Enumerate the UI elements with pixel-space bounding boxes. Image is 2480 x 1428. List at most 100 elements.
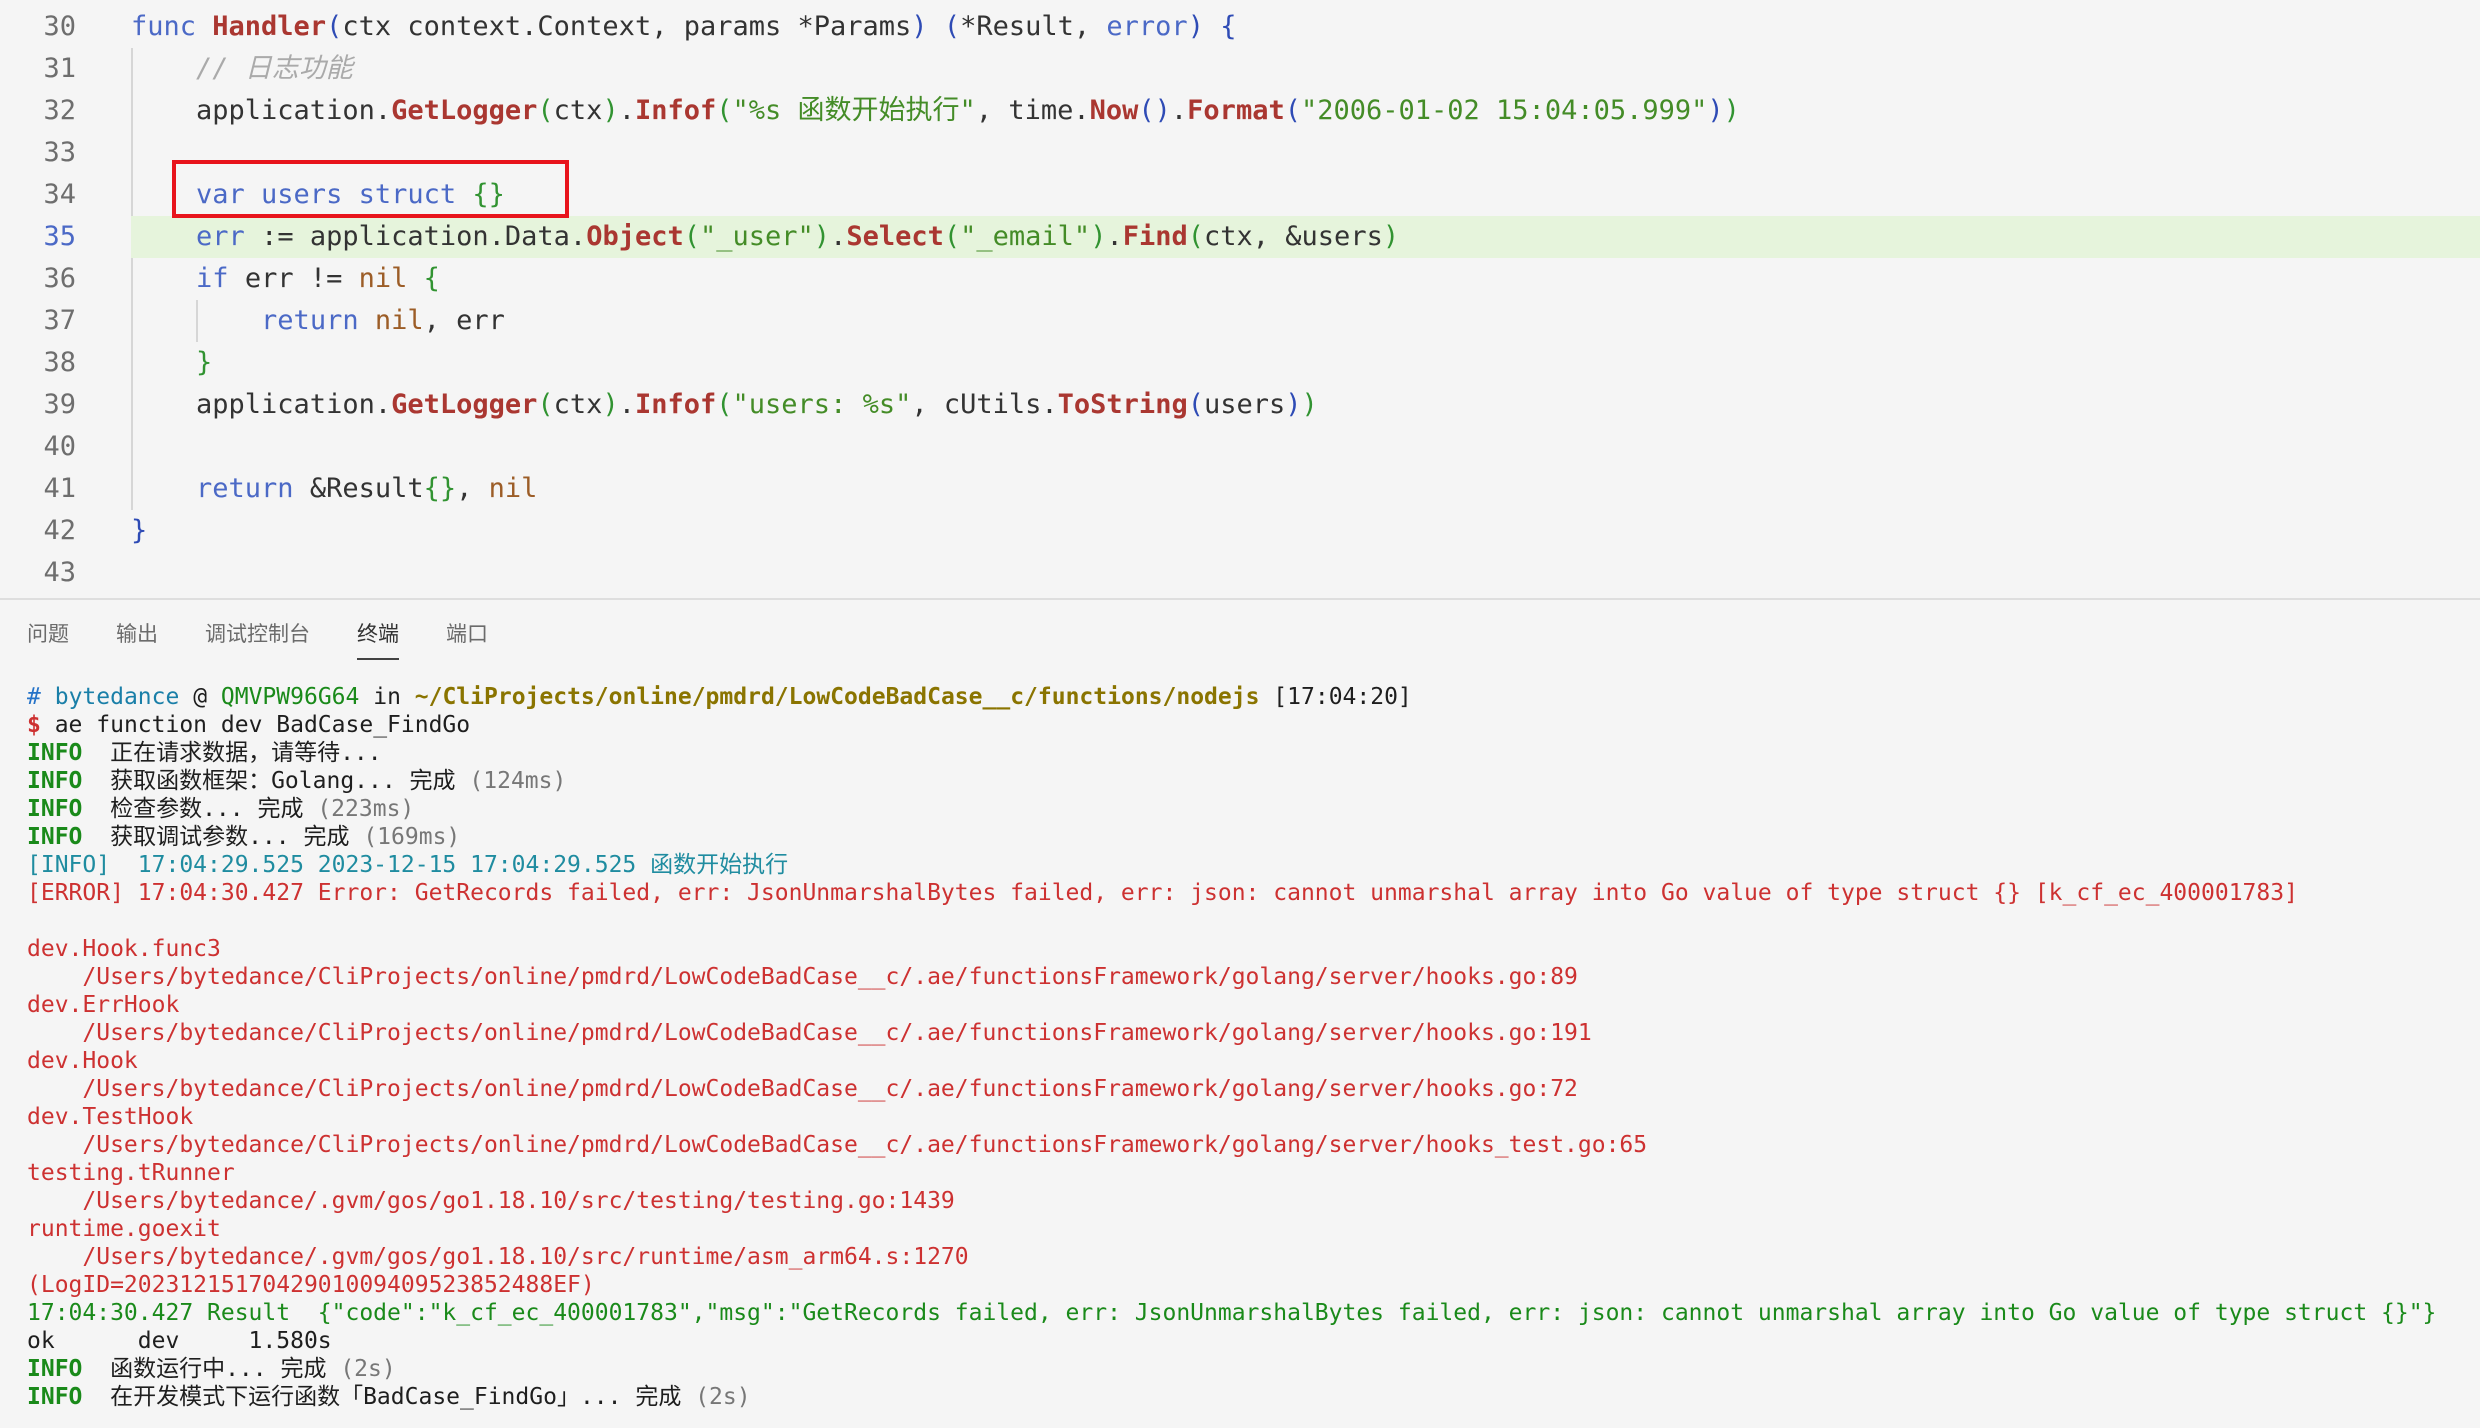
code-line[interactable]: 37 return nil, err [0, 300, 2480, 342]
terminal-segment: [INFO] 17:04:29.525 2023-12-15 17:04:29.… [27, 852, 789, 878]
code-token: , time. [975, 95, 1090, 126]
terminal-segment: 获取函数框架：Golang... 完成 [82, 768, 470, 794]
terminal-line: /Users/bytedance/.gvm/gos/go1.18.10/src/… [27, 1243, 2480, 1271]
terminal-segment: testing.tRunner [27, 1160, 235, 1186]
code-token: ( [1284, 95, 1301, 126]
code-line[interactable]: 39 application.GetLogger(ctx).Infof("use… [0, 384, 2480, 426]
terminal-segment: /Users/bytedance/CliProjects/online/pmdr… [27, 1020, 1592, 1046]
code-token: "_user" [700, 221, 814, 252]
panel-tab[interactable]: 问题 [27, 614, 69, 660]
line-number: 40 [43, 431, 76, 462]
terminal-segment: runtime.goexit [27, 1216, 221, 1242]
terminal-line: dev.TestHook [27, 1103, 2480, 1131]
terminal-line: (LogID=2023121517042901009409523852488EF… [27, 1271, 2480, 1299]
terminal-line: 17:04:30.427 Result {"code":"k_cf_ec_400… [27, 1299, 2480, 1327]
line-number: 37 [43, 305, 76, 336]
code-line[interactable]: 31 // 日志功能 [0, 48, 2480, 90]
code-editor[interactable]: 30 func Handler(ctx context.Context, para… [0, 0, 2480, 598]
terminal-line: dev.ErrHook [27, 991, 2480, 1019]
code-text: application.GetLogger(ctx).Infof("users:… [131, 384, 2480, 426]
code-text: err := application.Data.Object("_user").… [131, 216, 2480, 258]
terminal-segment: # [27, 684, 41, 710]
code-token: Now [1089, 95, 1139, 126]
terminal-segment: /Users/bytedance/CliProjects/online/pmdr… [27, 964, 1578, 990]
code-token: , cUtils. [911, 389, 1058, 420]
code-token: Select [846, 221, 944, 252]
code-token: } [196, 347, 213, 378]
code-line[interactable]: 36 if err != nil { [0, 258, 2480, 300]
code-token: users [1203, 389, 1286, 420]
code-line[interactable]: 30 func Handler(ctx context.Context, para… [0, 6, 2480, 48]
code-token: ( [683, 221, 700, 252]
code-line[interactable]: 43 [0, 552, 2480, 594]
line-number: 34 [43, 179, 76, 210]
code-text: // 日志功能 [131, 48, 2480, 90]
terminal-segment: /Users/bytedance/.gvm/gos/go1.18.10/src/… [27, 1244, 969, 1270]
terminal-segment: INFO [27, 796, 83, 822]
terminal-line: testing.tRunner [27, 1159, 2480, 1187]
code-token: ) [602, 95, 619, 126]
code-token: Find [1122, 221, 1188, 252]
code-text: if err != nil { [131, 258, 2480, 300]
code-token: func [131, 11, 213, 42]
panel-tab[interactable]: 输出 [116, 614, 158, 660]
terminal-line: ok dev 1.580s [27, 1327, 2480, 1355]
panel-tab[interactable]: 终端 [357, 614, 399, 660]
code-token: ctx [553, 95, 603, 126]
code-line[interactable]: 41 return &Result{}, nil [0, 468, 2480, 510]
code-token: , [456, 473, 489, 504]
code-token: "users: %s" [732, 389, 912, 420]
code-line[interactable]: 32 application.GetLogger(ctx).Infof("%s … [0, 90, 2480, 132]
terminal-line: INFO 获取调试参数... 完成 (169ms) [27, 823, 2480, 851]
terminal-segment: INFO [27, 1384, 83, 1410]
terminal-line: [ERROR] 17:04:30.427 Error: GetRecords f… [27, 879, 2480, 907]
code-token: GetLogger [391, 95, 538, 126]
panel-tab[interactable]: 调试控制台 [205, 614, 310, 660]
code-token: nil [358, 263, 424, 294]
code-token: application. [131, 389, 392, 420]
code-line[interactable]: 40 [0, 426, 2480, 468]
code-token: err != [244, 263, 359, 294]
terminal-line: /Users/bytedance/CliProjects/online/pmdr… [27, 1075, 2480, 1103]
terminal-segment: QMVPW96G64 [220, 684, 360, 710]
terminal-segment: ae function dev BadCase_FindGo [40, 712, 471, 738]
terminal-segment: (223ms) [317, 796, 415, 822]
terminal-line: runtime.goexit [27, 1215, 2480, 1243]
code-line[interactable]: 35 err := application.Data.Object("_user… [0, 216, 2480, 258]
terminal-segment: ok dev 1.580s [27, 1328, 332, 1354]
code-token: ) [1382, 221, 1400, 252]
terminal-segment: 检查参数... 完成 [82, 796, 318, 822]
code-token: ( [326, 11, 343, 42]
terminal-segment: 获取调试参数... 完成 [82, 824, 364, 850]
code-line[interactable]: 38 } [0, 342, 2480, 384]
panel-tabs: 问题 输出 调试控制台 终端 端口 [27, 614, 535, 660]
code-text: } [131, 342, 2480, 384]
code-token: := application.Data. [244, 221, 587, 252]
code-token: ctx context.Context, params *Params [342, 11, 912, 42]
terminal-line: /Users/bytedance/CliProjects/online/pmdr… [27, 963, 2480, 991]
terminal-output[interactable]: # bytedance @ QMVPW96G64 in ~/CliProject… [27, 683, 2480, 1428]
bottom-panel: 问题 输出 调试控制台 终端 端口 # bytedance @ QMVPW96G64 i… [0, 598, 2480, 1428]
code-text: return &Result{}, nil [131, 468, 2480, 510]
line-number: 39 [43, 389, 76, 420]
code-line[interactable]: 42} [0, 510, 2480, 552]
terminal-segment: (169ms) [363, 824, 461, 850]
code-token: // 日志功能 [131, 53, 353, 84]
code-token: ctx, &users [1204, 221, 1383, 252]
terminal-segment: /Users/bytedance/CliProjects/online/pmdr… [27, 1132, 1648, 1158]
code-token: nil [374, 305, 424, 336]
code-line[interactable]: 33 [0, 132, 2480, 174]
code-token: . [830, 221, 847, 252]
code-line[interactable]: 34 var users struct {} [0, 174, 2480, 216]
terminal-segment: 正在请求数据，请等待... [82, 740, 382, 766]
terminal-segment: INFO [27, 1356, 83, 1382]
code-token: ( [537, 95, 554, 126]
terminal-segment: dev.ErrHook [27, 992, 180, 1018]
code-token: error [1106, 11, 1188, 42]
terminal-segment: 17:04:30.427 Result {"code":"k_cf_ec_400… [27, 1300, 2437, 1326]
panel-tab[interactable]: 端口 [446, 614, 488, 660]
